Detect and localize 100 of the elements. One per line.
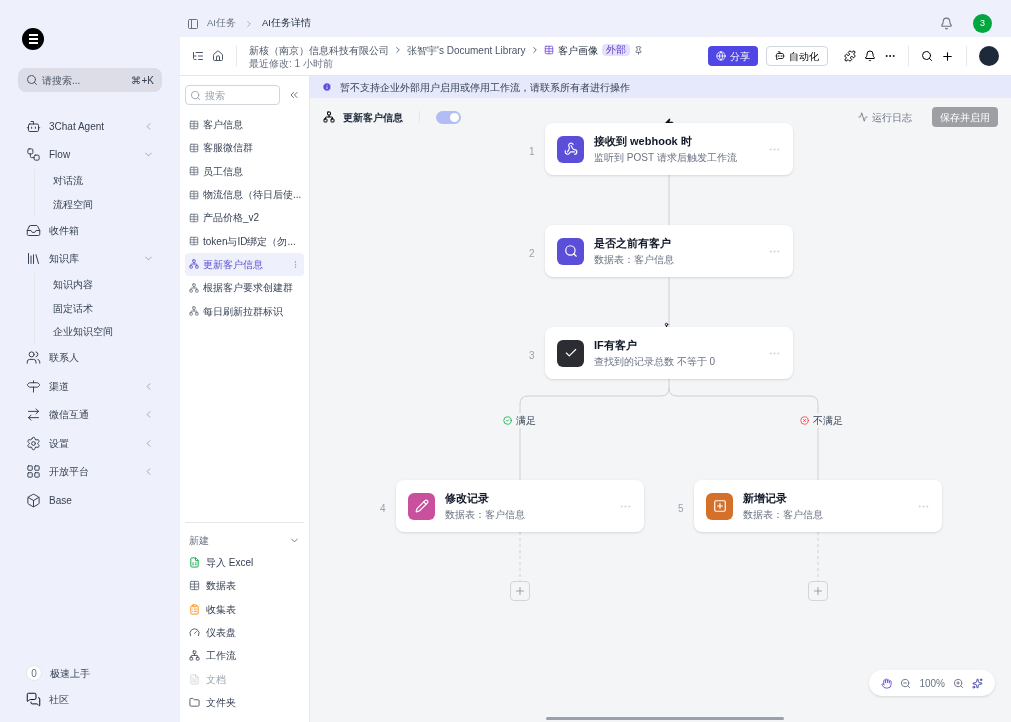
bell-icon[interactable]: [864, 50, 876, 62]
create-item[interactable]: 工作流: [185, 644, 304, 668]
spreadsheet-icon: [189, 557, 200, 569]
table-icon: [189, 580, 200, 592]
file-item[interactable]: token与ID绑定（勿...: [185, 229, 304, 253]
home-icon[interactable]: [212, 50, 224, 62]
doc-title: 客户画像: [557, 43, 598, 58]
step-number: 3: [529, 349, 535, 363]
sparkle-icon[interactable]: [972, 677, 983, 689]
file-item[interactable]: 产品价格_v2: [185, 206, 304, 230]
file-item[interactable]: 员工信息: [185, 159, 304, 183]
branch-label: 不满足: [813, 414, 843, 428]
node-subtitle: 查找到的记录总数 不等于 0: [594, 354, 717, 369]
chat-icon: [26, 691, 41, 707]
nav-item[interactable]: Flow: [18, 140, 162, 169]
inbox-icon: [26, 222, 41, 238]
branch-label: 满足: [516, 414, 536, 428]
workflow-icon: [323, 111, 335, 123]
info-icon: [322, 82, 332, 92]
gauge-icon: [189, 626, 200, 638]
plus-icon: [812, 585, 824, 597]
file-item[interactable]: 每日刷新拉群标识: [185, 299, 304, 323]
search-icon[interactable]: [921, 50, 933, 62]
file-item[interactable]: 客户信息: [185, 113, 304, 137]
users-icon: [26, 350, 41, 366]
file-item[interactable]: 物流信息（待日后使...: [185, 182, 304, 207]
nav-link[interactable]: 社区: [49, 691, 69, 707]
nav-item[interactable]: 渠道: [18, 372, 162, 401]
section-header[interactable]: 新建: [185, 530, 304, 551]
robot-icon: [26, 118, 41, 134]
form-icon: [189, 603, 200, 615]
workflow-icon: [189, 259, 199, 270]
nav-item[interactable]: 知识库: [18, 244, 162, 273]
activity-icon: [858, 112, 868, 122]
nav-item[interactable]: 开放平台: [18, 457, 162, 486]
breadcrumb-link[interactable]: AI任务详情: [262, 16, 311, 31]
flow-node[interactable]: IF有客户 查找到的记录总数 不等于 0: [545, 327, 793, 379]
automate-button[interactable]: 自动化: [766, 46, 828, 66]
plus-icon: [514, 585, 526, 597]
hand-icon[interactable]: [881, 677, 893, 689]
create-item[interactable]: 导入 Excel: [185, 550, 304, 575]
table-icon: [189, 166, 199, 177]
table-icon: [189, 119, 199, 130]
file-item[interactable]: 客服微信群: [185, 136, 304, 160]
check-circle-icon: [503, 416, 512, 425]
chevron-right-icon: [244, 18, 254, 29]
nav-link[interactable]: 极速上手: [50, 665, 90, 681]
nav-item[interactable]: 微信互通: [18, 400, 162, 429]
flow-icon: [26, 147, 41, 163]
nav-subitem[interactable]: 企业知识空间: [35, 320, 162, 344]
create-item[interactable]: 文件夹: [185, 690, 304, 714]
nav-subitem[interactable]: 流程空间: [35, 192, 162, 216]
flow-node[interactable]: 修改记录 数据表：客户信息: [396, 480, 644, 532]
panel-icon[interactable]: [187, 17, 199, 30]
nav-item[interactable]: 收件箱: [18, 216, 162, 245]
file-item[interactable]: 根据客户要求创建群: [185, 276, 304, 300]
nav-subitem[interactable]: 对话流: [35, 169, 162, 193]
node-title: IF有客户: [594, 338, 638, 354]
flow-node[interactable]: 是否之前有客户 数据表：客户信息: [545, 225, 793, 277]
external-tag: 外部: [601, 44, 630, 56]
node-subtitle: 数据表：客户信息: [743, 507, 824, 522]
count-badge: 0: [26, 665, 42, 681]
puzzle-icon[interactable]: [844, 50, 856, 62]
flow-node[interactable]: 新增记录 数据表：客户信息: [694, 480, 942, 532]
logo-icon: [22, 28, 44, 50]
flow-node[interactable]: 接收到 webhook 时 监听到 POST 请求后触发工作流: [545, 123, 793, 175]
step-number: 4: [380, 502, 386, 516]
run-log-button[interactable]: 运行日志: [858, 109, 912, 125]
table-icon: [189, 236, 199, 247]
step-number: 2: [529, 247, 535, 261]
breadcrumb-link[interactable]: 新核（南京）信息科技有限公司: [249, 42, 389, 58]
breadcrumb-link[interactable]: 张智宇's Document Library: [407, 42, 526, 58]
step-number: 1: [529, 145, 535, 159]
arrows-icon: [26, 407, 41, 423]
toggle-switch[interactable]: [436, 110, 461, 124]
node-title: 修改记录: [445, 491, 490, 507]
plus-icon[interactable]: [941, 49, 954, 63]
workflow-icon: [189, 306, 199, 316]
search-field[interactable]: 请搜索... ⌘+K: [18, 68, 162, 92]
workflow-name: 更新客户信息: [343, 110, 403, 125]
nav-subitem[interactable]: 固定话术: [35, 296, 162, 320]
search-icon: [26, 74, 38, 86]
file-item[interactable]: 更新客户信息: [185, 252, 304, 277]
create-item[interactable]: 仪表盘: [185, 620, 304, 645]
globe-icon: [716, 51, 726, 61]
breadcrumb-link[interactable]: AI任务: [207, 16, 236, 31]
pin-icon[interactable]: [633, 45, 643, 55]
nav-item[interactable]: 设置: [18, 429, 162, 458]
zoom-out-icon[interactable]: [900, 677, 912, 689]
zoom-in-icon[interactable]: [953, 677, 964, 689]
create-item[interactable]: 收集表: [185, 597, 304, 621]
collapse-icon[interactable]: [288, 89, 300, 101]
create-item[interactable]: 数据表: [185, 574, 304, 598]
nav-item[interactable]: 联系人: [18, 343, 162, 372]
share-button[interactable]: 分享: [708, 46, 758, 66]
library-icon: [26, 251, 41, 267]
nav-subitem[interactable]: 知识内容: [35, 273, 162, 297]
outline-icon[interactable]: [192, 50, 204, 62]
nav-item[interactable]: 3Chat Agent: [18, 112, 162, 141]
nav-item[interactable]: Base: [18, 486, 162, 515]
